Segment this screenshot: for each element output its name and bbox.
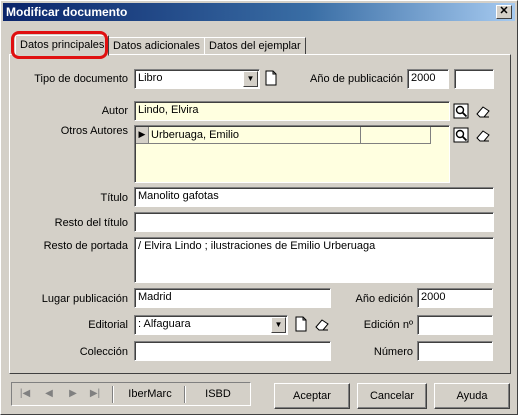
- ayuda-button[interactable]: Ayuda: [434, 383, 510, 409]
- numero-input[interactable]: [417, 341, 493, 361]
- otros-autores-label: Otros Autores: [60, 125, 128, 137]
- autor-value: Lindo, Elvira: [138, 104, 199, 116]
- search-icon[interactable]: [453, 127, 469, 143]
- document-icon[interactable]: [263, 70, 279, 86]
- tab-datos-adicionales[interactable]: Datos adicionales: [108, 37, 205, 55]
- tipo-documento-label: Tipo de documento: [34, 73, 128, 85]
- search-icon[interactable]: [453, 103, 469, 119]
- first-icon[interactable]: |◀: [18, 387, 32, 401]
- lugar-publicacion-value: Madrid: [138, 291, 172, 303]
- autor-input[interactable]: Lindo, Elvira: [134, 101, 450, 121]
- anio-publicacion-input-2[interactable]: [454, 69, 494, 89]
- autor-label: Autor: [101, 105, 128, 117]
- otros-autores-grid[interactable]: ▶ Urberuaga, Emilio: [134, 125, 450, 183]
- navigation-bar: |◀ ◀ ▶ ▶| IberMarc ISBD: [11, 382, 251, 406]
- edicion-no-input[interactable]: [417, 315, 493, 335]
- prev-icon[interactable]: ◀: [42, 387, 56, 401]
- modificar-documento-window: Modificar documento ✕ Datos principales …: [0, 0, 518, 415]
- editorial-label: Editorial: [88, 319, 128, 331]
- row-selector-icon[interactable]: ▶: [136, 127, 149, 144]
- lugar-publicacion-input[interactable]: Madrid: [134, 288, 331, 308]
- next-icon[interactable]: ▶: [66, 387, 80, 401]
- active-tab-highlight: [11, 31, 108, 59]
- ibermarc-button[interactable]: IberMarc: [120, 388, 180, 400]
- otros-autores-cell[interactable]: [361, 127, 431, 144]
- tipo-documento-select[interactable]: Libro: [134, 69, 260, 89]
- anio-publicacion-value: 2000: [411, 72, 436, 84]
- anio-edicion-value: 2000: [421, 291, 446, 303]
- titulo-input[interactable]: Manolito gafotas: [134, 187, 494, 207]
- tab-label: Datos adicionales: [113, 40, 200, 52]
- resto-portada-textarea[interactable]: / Elvira Lindo ; ilustraciones de Emilio…: [134, 237, 494, 283]
- resto-titulo-input[interactable]: [134, 212, 494, 232]
- edicion-no-label: Edición nº: [363, 319, 413, 331]
- tab-label: Datos del ejemplar: [209, 40, 301, 52]
- resto-portada-label: Resto de portada: [43, 240, 128, 252]
- divider: [112, 386, 114, 403]
- editorial-value: : Alfaguara: [138, 318, 191, 330]
- tipo-documento-value: Libro: [138, 72, 163, 84]
- otros-autores-row[interactable]: Urberuaga, Emilio: [149, 127, 361, 144]
- cancelar-button[interactable]: Cancelar: [357, 383, 427, 409]
- anio-publicacion-input[interactable]: 2000: [407, 69, 449, 89]
- chevron-down-icon[interactable]: ▼: [243, 71, 258, 87]
- resto-titulo-label: Resto del título: [54, 217, 128, 229]
- aceptar-button[interactable]: Aceptar: [274, 383, 350, 409]
- lugar-publicacion-label: Lugar publicación: [41, 293, 128, 305]
- isbd-button[interactable]: ISBD: [190, 388, 246, 400]
- titulo-label: Título: [100, 192, 128, 204]
- tab-datos-del-ejemplar[interactable]: Datos del ejemplar: [204, 37, 306, 55]
- otros-autores-name: Urberuaga, Emilio: [151, 129, 240, 141]
- titulo-value: Manolito gafotas: [138, 190, 219, 202]
- title-bar: Modificar documento ✕: [3, 3, 515, 21]
- document-icon[interactable]: [293, 316, 309, 332]
- coleccion-input[interactable]: [134, 341, 331, 361]
- coleccion-label: Colección: [79, 346, 128, 358]
- chevron-down-icon[interactable]: ▼: [271, 317, 286, 333]
- last-icon[interactable]: ▶|: [88, 387, 102, 401]
- eraser-icon[interactable]: [475, 127, 491, 143]
- numero-label: Número: [373, 346, 413, 358]
- resto-portada-value: / Elvira Lindo ; ilustraciones de Emilio…: [138, 240, 376, 252]
- anio-publicacion-label: Año de publicación: [310, 73, 403, 85]
- window-title: Modificar documento: [6, 5, 128, 19]
- anio-edicion-label: Año edición: [355, 293, 414, 305]
- editorial-select[interactable]: : Alfaguara: [134, 315, 288, 335]
- close-button[interactable]: ✕: [496, 5, 512, 19]
- divider: [184, 386, 186, 403]
- eraser-icon[interactable]: [314, 316, 330, 332]
- eraser-icon[interactable]: [475, 103, 491, 119]
- anio-edicion-input[interactable]: 2000: [417, 288, 493, 308]
